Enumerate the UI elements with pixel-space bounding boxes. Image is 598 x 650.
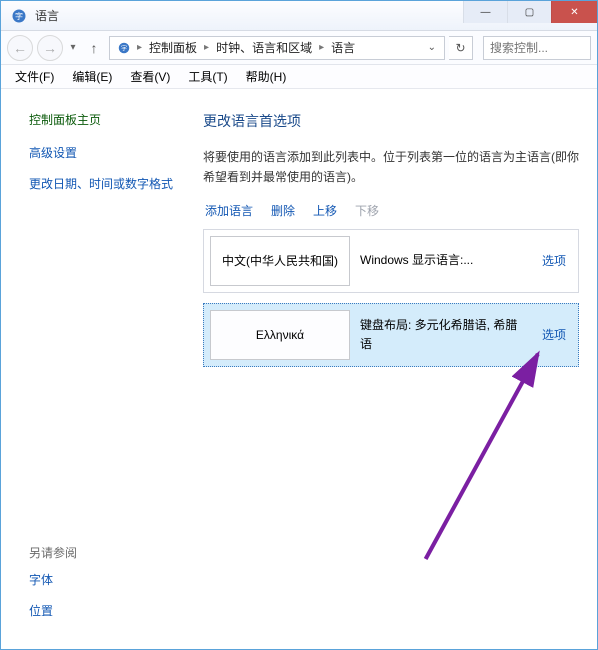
refresh-button[interactable]: ↻ — [449, 36, 473, 60]
breadcrumb-segment[interactable]: 控制面板 — [143, 39, 203, 56]
location-icon: 字 — [116, 40, 132, 56]
window-controls: — ▢ ✕ — [463, 1, 597, 23]
content-area: 控制面板主页 高级设置 更改日期、时间或数字格式 另请参阅 字体 位置 更改语言… — [1, 89, 597, 649]
nav-up-button[interactable]: ↑ — [83, 37, 105, 59]
main-panel: 更改语言首选项 将要使用的语言添加到此列表中。位于列表第一位的语言为主语言(即你… — [191, 89, 597, 649]
breadcrumb-segment[interactable]: 语言 — [325, 39, 361, 56]
language-info: Windows 显示语言:... — [356, 230, 530, 292]
menu-tools[interactable]: 工具(T) — [180, 66, 235, 87]
menu-view[interactable]: 查看(V) — [122, 66, 178, 87]
svg-text:字: 字 — [15, 11, 23, 21]
sidebar-link-datetime-format[interactable]: 更改日期、时间或数字格式 — [29, 175, 175, 192]
address-bar: ← → ▾ ↑ 字 ▸ 控制面板 ▸ 时钟、语言和区域 ▸ 语言 ⌄ ↻ — [1, 31, 597, 65]
arrow-left-icon: ← — [13, 41, 27, 55]
language-row[interactable]: Ελληνικά 键盘布局: 多元化希腊语, 希腊语 选项 — [203, 303, 579, 367]
nav-history-dropdown[interactable]: ▾ — [67, 42, 79, 53]
see-also-location[interactable]: 位置 — [29, 602, 175, 619]
remove-language-button[interactable]: 删除 — [271, 202, 295, 219]
arrow-up-icon: ↑ — [91, 40, 98, 56]
search-box[interactable] — [483, 36, 591, 60]
arrow-right-icon: → — [43, 41, 57, 55]
language-options-link[interactable]: 选项 — [530, 304, 578, 366]
language-name: Ελληνικά — [210, 310, 350, 360]
see-also-fonts[interactable]: 字体 — [29, 571, 175, 588]
chevron-right-icon: ▸ — [318, 42, 325, 53]
page-heading: 更改语言首选项 — [203, 111, 579, 131]
language-name: 中文(中华人民共和国) — [210, 236, 350, 286]
close-button[interactable]: ✕ — [551, 1, 597, 23]
sidebar-link-advanced[interactable]: 高级设置 — [29, 144, 175, 161]
menu-edit[interactable]: 编辑(E) — [64, 66, 120, 87]
language-options-link[interactable]: 选项 — [530, 230, 578, 292]
language-list: 中文(中华人民共和国) Windows 显示语言:... 选项 Ελληνικά… — [203, 229, 579, 367]
app-icon: 字 — [11, 8, 27, 24]
breadcrumb-segment[interactable]: 时钟、语言和区域 — [210, 39, 318, 56]
add-language-button[interactable]: 添加语言 — [205, 202, 253, 219]
see-also-heading: 另请参阅 — [29, 544, 175, 561]
window-title: 语言 — [35, 7, 59, 24]
breadcrumb-dropdown[interactable]: ⌄ — [422, 42, 442, 53]
menu-file[interactable]: 文件(F) — [7, 66, 62, 87]
move-down-button[interactable]: 下移 — [355, 202, 379, 219]
titlebar: 字 语言 — ▢ ✕ — [1, 1, 597, 31]
language-row[interactable]: 中文(中华人民共和国) Windows 显示语言:... 选项 — [203, 229, 579, 293]
maximize-button[interactable]: ▢ — [507, 1, 551, 23]
chevron-right-icon: ▸ — [203, 42, 210, 53]
language-info: 键盘布局: 多元化希腊语, 希腊语 — [356, 304, 530, 366]
breadcrumb[interactable]: 字 ▸ 控制面板 ▸ 时钟、语言和区域 ▸ 语言 ⌄ — [109, 36, 445, 60]
svg-text:字: 字 — [121, 44, 127, 52]
menu-bar: 文件(F) 编辑(E) 查看(V) 工具(T) 帮助(H) — [1, 65, 597, 89]
menu-help[interactable]: 帮助(H) — [238, 66, 295, 87]
minimize-button[interactable]: — — [463, 1, 507, 23]
nav-forward-button[interactable]: → — [37, 35, 63, 61]
search-input[interactable] — [484, 41, 590, 55]
refresh-icon: ↻ — [455, 41, 465, 55]
language-toolbar: 添加语言 删除 上移 下移 — [203, 202, 579, 219]
chevron-right-icon: ▸ — [136, 42, 143, 53]
move-up-button[interactable]: 上移 — [313, 202, 337, 219]
control-panel-home-link[interactable]: 控制面板主页 — [29, 111, 175, 128]
nav-back-button[interactable]: ← — [7, 35, 33, 61]
sidebar: 控制面板主页 高级设置 更改日期、时间或数字格式 另请参阅 字体 位置 — [1, 89, 191, 649]
page-description: 将要使用的语言添加到此列表中。位于列表第一位的语言为主语言(即你希望看到并最常使… — [203, 147, 579, 188]
